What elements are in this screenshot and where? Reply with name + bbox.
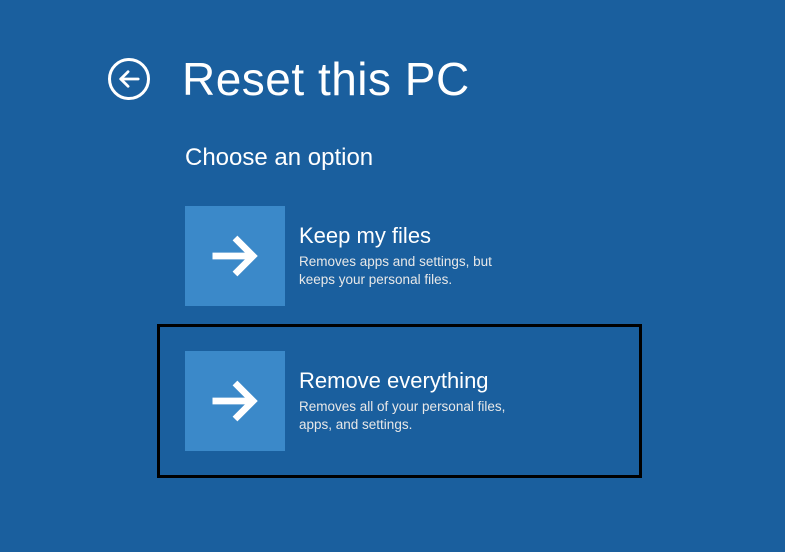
- option-keep-my-files[interactable]: Keep my files Removes apps and settings,…: [185, 206, 615, 306]
- back-arrow-icon: [118, 68, 140, 90]
- back-button[interactable]: [108, 58, 150, 100]
- option-text: Remove everything Removes all of your pe…: [299, 368, 615, 434]
- option-text: Keep my files Removes apps and settings,…: [299, 223, 615, 289]
- option-title: Remove everything: [299, 368, 615, 394]
- subtitle: Choose an option: [185, 144, 785, 172]
- header: Reset this PC: [0, 0, 785, 106]
- option-description: Removes all of your personal files, apps…: [299, 398, 529, 434]
- option-title: Keep my files: [299, 223, 615, 249]
- page-title: Reset this PC: [182, 52, 470, 106]
- content-area: Choose an option Keep my files Removes a…: [0, 106, 785, 478]
- option-remove-everything[interactable]: Remove everything Removes all of your pe…: [157, 324, 642, 478]
- option-description: Removes apps and settings, but keeps you…: [299, 253, 529, 289]
- arrow-right-icon: [208, 229, 262, 283]
- arrow-right-icon: [208, 374, 262, 428]
- option-tile: [185, 351, 285, 451]
- option-tile: [185, 206, 285, 306]
